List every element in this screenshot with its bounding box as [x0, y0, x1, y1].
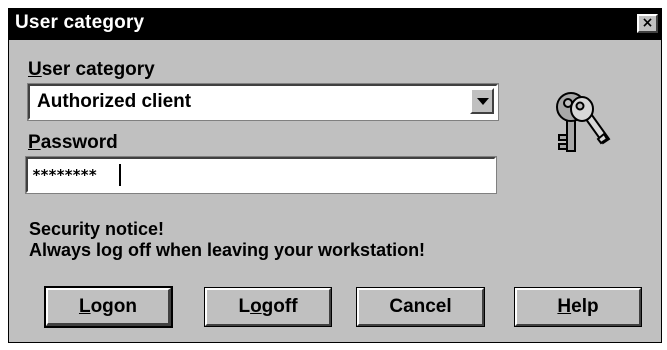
- user-category-label: User category: [28, 59, 155, 80]
- text-caret: [119, 164, 121, 186]
- user-category-value: Authorized client: [37, 91, 192, 112]
- user-category-select[interactable]: Authorized client: [27, 83, 499, 121]
- logon-button[interactable]: Logon: [44, 286, 173, 328]
- help-button[interactable]: Help: [514, 287, 642, 327]
- close-button[interactable]: ×: [637, 14, 658, 33]
- password-value: ********: [32, 166, 97, 184]
- keys-icon: [556, 92, 611, 152]
- logoff-button[interactable]: Logoff: [204, 287, 332, 327]
- notice-text: Always log off when leaving your worksta…: [29, 240, 426, 260]
- dropdown-button[interactable]: [470, 88, 494, 114]
- cancel-button[interactable]: Cancel: [356, 287, 485, 327]
- password-label: Password: [28, 132, 118, 153]
- window-title: User category: [15, 12, 145, 33]
- title-bar[interactable]: User category ×: [9, 9, 661, 40]
- chevron-down-icon: [477, 98, 489, 105]
- notice-heading: Security notice!: [29, 219, 165, 239]
- user-category-dialog: User category × User category Authorized…: [8, 8, 662, 343]
- security-notice: Security notice! Always log off when lea…: [29, 219, 425, 261]
- close-icon: ×: [641, 15, 654, 31]
- password-field[interactable]: ********: [25, 156, 497, 194]
